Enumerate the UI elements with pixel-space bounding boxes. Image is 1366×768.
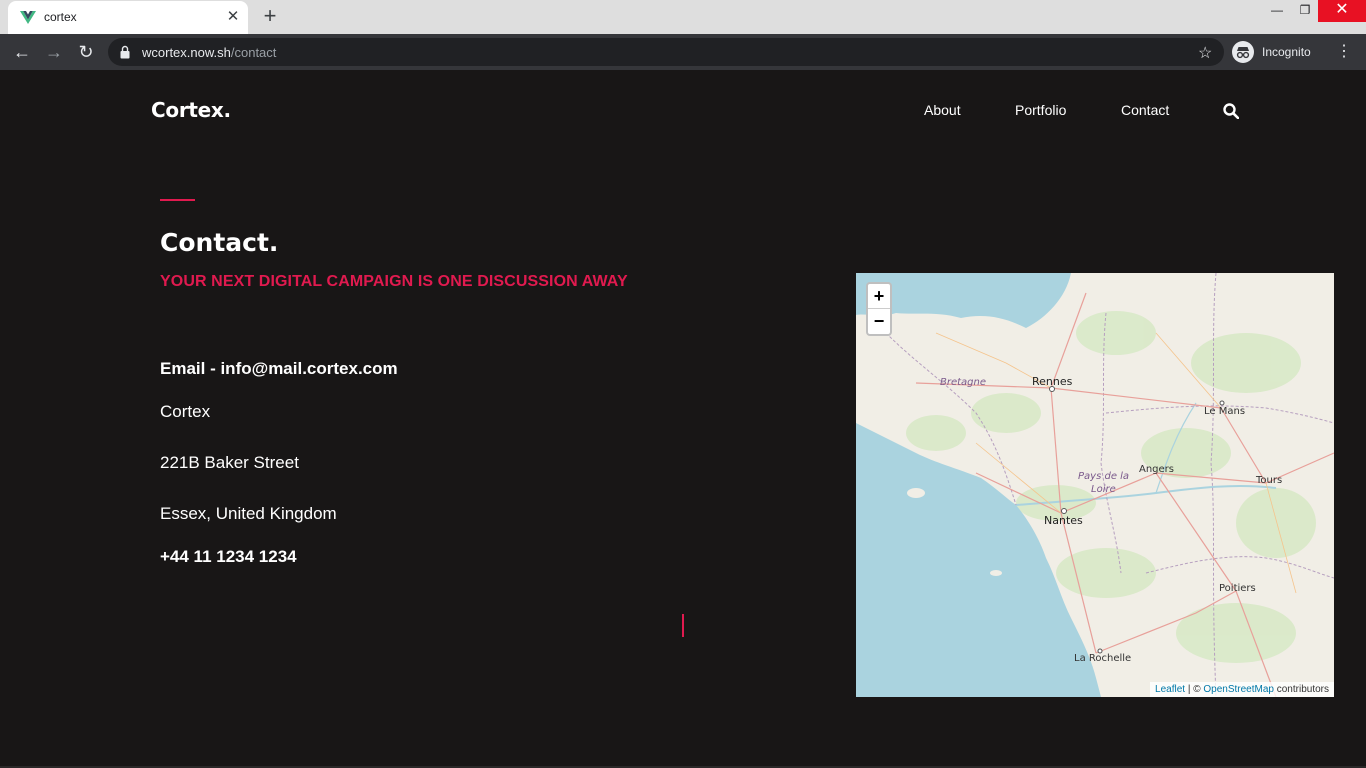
contact-company: Cortex [160, 402, 211, 421]
minimize-window-button[interactable]: — [1262, 0, 1292, 22]
browser-tab-strip: cortex ✕ + — ❐ ✕ [0, 0, 1366, 34]
zoom-out-button[interactable]: − [868, 309, 890, 334]
attribution-contributors: contributors [1273, 684, 1329, 695]
nav-link-portfolio[interactable]: Portfolio [1015, 102, 1066, 118]
url-text: wcortex.now.sh/contact [142, 45, 276, 60]
back-arrow-icon[interactable]: ← [10, 41, 34, 63]
url-host: wcortex.now.sh [142, 45, 231, 60]
map-label-pays-de-la: Pays de la [1078, 471, 1130, 482]
map-label-tours: Tours [1256, 475, 1283, 486]
browser-tab[interactable]: cortex ✕ [8, 1, 248, 34]
title-accent-line [160, 199, 195, 201]
zoom-in-button[interactable]: + [868, 284, 890, 309]
contact-street: 221B Baker Street [160, 453, 299, 472]
new-tab-button[interactable]: + [258, 5, 282, 29]
tab-title: cortex [44, 10, 77, 24]
reload-icon[interactable]: ↻ [74, 41, 98, 63]
incognito-label: Incognito [1262, 45, 1311, 59]
map-label-angers: Angers [1139, 464, 1174, 475]
openstreetmap-link[interactable]: OpenStreetMap [1203, 684, 1274, 695]
nav-link-contact[interactable]: Contact [1121, 102, 1169, 118]
close-window-button[interactable]: ✕ [1318, 0, 1366, 22]
brand-logo[interactable]: Cortex. [151, 98, 231, 122]
map-label-poitiers: Poitiers [1219, 583, 1256, 594]
lock-icon [120, 45, 130, 59]
incognito-profile-button[interactable]: Incognito [1232, 39, 1311, 65]
search-icon[interactable] [1223, 103, 1239, 119]
browser-toolbar: ← → ↻ wcortex.now.sh/contact ☆ Incognito… [0, 34, 1366, 70]
map-label-nantes: Nantes [1044, 514, 1083, 527]
nav-link-about[interactable]: About [924, 102, 961, 118]
page-title: Contact. [160, 228, 279, 257]
map-label-le-mans: Le Mans [1204, 406, 1246, 417]
map-label-la-rochelle: La Rochelle [1074, 653, 1132, 664]
leaflet-link[interactable]: Leaflet [1155, 684, 1185, 695]
restore-window-button[interactable]: ❐ [1290, 0, 1320, 22]
map-label-rennes: Rennes [1032, 375, 1073, 388]
bookmark-star-icon[interactable]: ☆ [1198, 43, 1212, 63]
url-path: /contact [230, 45, 277, 60]
contact-phone: +44 11 1234 1234 [160, 547, 297, 566]
map-zoom-control: + − [866, 282, 892, 336]
forward-arrow-icon[interactable]: → [42, 41, 66, 63]
page-subtitle: YOUR NEXT DIGITAL CAMPAIGN IS ONE DISCUS… [160, 273, 628, 290]
page-content: Cortex. About Portfolio Contact Contact.… [0, 70, 1366, 768]
red-cursor-bar [682, 614, 684, 637]
map-label-bretagne: Bretagne [940, 377, 987, 388]
vue-logo-icon [20, 11, 36, 24]
tab-close-icon[interactable]: ✕ [224, 8, 242, 26]
attribution-separator: | © [1185, 684, 1204, 695]
contact-city: Essex, United Kingdom [160, 504, 337, 523]
map-attribution: Leaflet | © OpenStreetMap contributors [1150, 682, 1334, 697]
map-label-loire: Loire [1091, 484, 1116, 495]
address-bar[interactable]: wcortex.now.sh/contact ☆ [108, 38, 1224, 66]
browser-menu-icon[interactable]: ⋮ [1336, 41, 1352, 63]
location-map[interactable]: + − Bretagne Rennes Le Mans Angers Tours… [856, 273, 1334, 697]
contact-email: Email - info@mail.cortex.com [160, 359, 398, 378]
incognito-icon [1232, 41, 1254, 63]
